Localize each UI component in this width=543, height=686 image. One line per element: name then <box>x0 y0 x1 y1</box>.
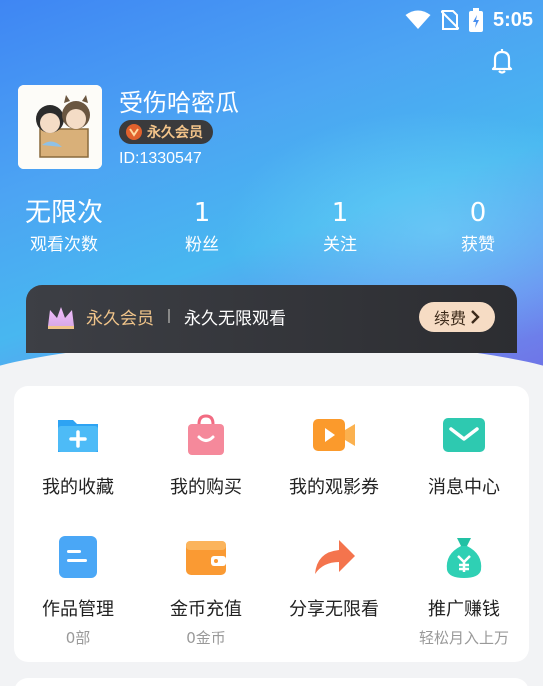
stat-value: 0 <box>469 198 487 228</box>
vip-bar-title: 永久会员 <box>86 309 154 329</box>
vip-membership-bar[interactable]: 永久会员 永久无限观看 续费 <box>26 285 517 353</box>
battery-charging-icon <box>468 8 483 32</box>
stat-value: 1 <box>331 198 349 228</box>
vip-badge: 永久会员 <box>119 120 213 144</box>
menu-item-sub: 轻松月入上万 <box>418 629 509 647</box>
document-icon <box>59 536 97 578</box>
stats-row: 无限次 观看次数 1 粉丝 1 关注 0 获赞 <box>0 194 543 264</box>
video-ticket-icon <box>313 419 355 451</box>
wifi-icon <box>405 10 431 29</box>
crown-icon <box>48 307 74 329</box>
menu-item-label: 我的观影券 <box>289 477 379 498</box>
menu-item-label: 我的购买 <box>170 477 242 498</box>
stat-value: 1 <box>193 198 211 228</box>
stat-fans[interactable]: 1 粉丝 <box>162 194 242 258</box>
menu-grid: 我的收藏 我的购买 我的观影券 消息中心 作品管理 0部 金币充值 0金币 分享… <box>14 386 529 662</box>
folder-plus-icon <box>58 420 98 452</box>
vip-medal-icon <box>126 124 142 140</box>
no-sim-icon <box>440 10 459 30</box>
stat-label: 关注 <box>323 235 357 255</box>
menu-item-share[interactable]: 分享无限看 <box>270 534 398 622</box>
renew-button[interactable]: 续费 <box>419 302 495 332</box>
menu-item-label: 分享无限看 <box>289 599 379 620</box>
stat-likes[interactable]: 0 获赞 <box>438 194 518 258</box>
stat-label: 获赞 <box>461 235 495 255</box>
stat-views[interactable]: 无限次 观看次数 <box>16 194 112 258</box>
menu-item-messages[interactable]: 消息中心 <box>400 412 528 500</box>
avatar[interactable] <box>18 85 102 169</box>
stat-following[interactable]: 1 关注 <box>300 194 380 258</box>
menu-item-sub: 0金币 <box>186 629 226 647</box>
menu-item-works[interactable]: 作品管理 0部 <box>14 534 142 648</box>
menu-item-label: 金币充值 <box>170 599 242 620</box>
user-id: ID:1330547 <box>119 150 202 167</box>
menu-item-label: 消息中心 <box>428 477 500 498</box>
menu-item-recharge[interactable]: 金币充值 0金币 <box>142 534 270 648</box>
money-bag-icon <box>446 538 482 578</box>
menu-item-favorites[interactable]: 我的收藏 <box>14 412 142 500</box>
chevron-right-icon <box>471 310 480 324</box>
stat-label: 粉丝 <box>185 235 219 255</box>
share-arrow-icon <box>315 540 355 574</box>
username: 受伤哈密瓜 <box>119 89 239 117</box>
menu-item-purchases[interactable]: 我的购买 <box>142 412 270 500</box>
menu-item-label: 作品管理 <box>42 599 114 620</box>
vip-bar-divider <box>168 309 170 323</box>
menu-item-label: 推广赚钱 <box>428 599 500 620</box>
menu-item-promote[interactable]: 推广赚钱 轻松月入上万 <box>400 534 528 648</box>
avatar-illustration <box>18 85 102 169</box>
mail-icon <box>443 418 485 452</box>
status-bar: 5:05 <box>405 6 533 34</box>
next-section-card <box>14 678 529 686</box>
bell-icon[interactable] <box>487 46 517 76</box>
vip-badge-label: 永久会员 <box>147 125 203 141</box>
menu-item-tickets[interactable]: 我的观影券 <box>270 412 398 500</box>
vip-bar-description: 永久无限观看 <box>184 309 286 329</box>
stat-value: 无限次 <box>24 198 103 228</box>
stat-label: 观看次数 <box>30 235 98 255</box>
menu-item-label: 我的收藏 <box>42 477 114 498</box>
renew-label: 续费 <box>433 309 466 328</box>
status-time: 5:05 <box>492 8 533 31</box>
menu-item-sub: 0部 <box>65 629 91 647</box>
wallet-icon <box>186 541 226 575</box>
shopping-bag-icon <box>188 414 224 455</box>
